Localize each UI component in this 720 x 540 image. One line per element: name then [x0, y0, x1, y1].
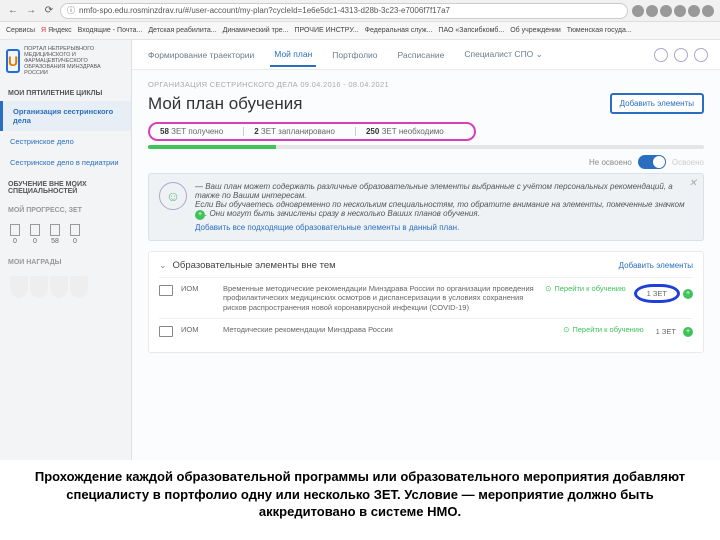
add-all-link[interactable]: Добавить все подходящие образовательные …	[195, 223, 693, 232]
help-icon[interactable]	[654, 48, 668, 62]
extension-icons	[632, 5, 714, 17]
progress-icons: 0 0 58 0	[0, 218, 131, 251]
ext-icon[interactable]	[646, 5, 658, 17]
table-row: ИОМ Методические рекомендации Минздрава …	[159, 318, 693, 344]
notify-icon[interactable]	[674, 48, 688, 62]
tab-specialist[interactable]: Специалист СПО ⌄	[460, 43, 546, 66]
sidebar: U ПОРТАЛ НЕПРЕРЫВНОГО МЕДИЦИНСКОГО И ФАР…	[0, 40, 132, 460]
close-icon[interactable]: ✕	[689, 178, 697, 189]
tab-portfolio[interactable]: Портфолио	[328, 44, 381, 66]
green-badge-icon: +	[195, 210, 205, 220]
green-badge-icon: +	[683, 289, 693, 299]
ext-icon[interactable]	[674, 5, 686, 17]
hint-text: — Ваш план может содержать различные обр…	[195, 182, 693, 200]
sidebar-heading: МОИ НАГРАДЫ	[0, 251, 131, 270]
tab-schedule[interactable]: Расписание	[394, 44, 449, 66]
sidebar-item-org[interactable]: Организация сестринского дела	[0, 101, 131, 131]
tab-my-plan[interactable]: Мой план	[270, 43, 316, 67]
main-area: Формирование траектории Мой план Портфол…	[132, 40, 720, 460]
sidebar-heading: МОИ ПЯТИЛЕТНИЕ ЦИКЛЫ	[0, 82, 131, 101]
elements-section: ⌄ Образовательные элементы вне тем Добав…	[148, 251, 704, 353]
progress-icon	[10, 224, 20, 236]
stats-highlight: 58 ЗЕТ получено 2 ЗЕТ запланировано 250 …	[148, 122, 476, 141]
top-tabs: Формирование траектории Мой план Портфол…	[132, 40, 720, 70]
bookmark[interactable]: Детская реабилита...	[148, 27, 216, 34]
toggle-label-off: Не освоено	[589, 158, 632, 167]
bookmark[interactable]: ПАО «Запсибкомб...	[438, 27, 504, 34]
ext-icon[interactable]	[632, 5, 644, 17]
go-to-study-link[interactable]: ⊙ Перейти к обучению	[545, 284, 626, 293]
slide-caption: Прохождение каждой образовательной прогр…	[0, 460, 720, 521]
row-type: ИОМ	[181, 284, 215, 293]
chevron-down-icon[interactable]: ⌄	[159, 260, 167, 271]
bookmark[interactable]: Динамический тре...	[223, 27, 289, 34]
hint-text: Если Вы обучаетесь одновременно по неско…	[195, 200, 693, 220]
bookmark[interactable]: Я Яндекс	[41, 27, 72, 34]
row-title: Временные методические рекомендации Минз…	[223, 284, 537, 312]
award-shield-icon	[50, 276, 68, 298]
row-type: ИОМ	[181, 325, 215, 334]
section-title: Образовательные элементы вне тем	[173, 260, 336, 271]
section-add-link[interactable]: Добавить элементы	[619, 261, 693, 270]
table-row: ИОМ Временные методические рекомендации …	[159, 277, 693, 318]
go-to-study-link[interactable]: ⊙ Перейти к обучению	[563, 325, 644, 334]
ext-icon[interactable]	[688, 5, 700, 17]
bookmark[interactable]: Сервисы	[6, 27, 35, 34]
monitor-icon	[159, 285, 173, 296]
chevron-down-icon: ⌄	[536, 49, 543, 59]
add-elements-button[interactable]: Добавить элементы	[610, 93, 704, 114]
browser-chrome: ← → ⟳ ⓘ nmfo-spo.edu.rosminzdrav.ru/#/us…	[0, 0, 720, 22]
cycle-dates: ОРГАНИЗАЦИЯ СЕСТРИНСКОГО ДЕЛА 09.04.2016…	[148, 80, 704, 89]
bookmark[interactable]: Федеральная служ...	[365, 27, 433, 34]
sidebar-item-nursing[interactable]: Сестринское дело	[0, 131, 131, 152]
nav-back-icon[interactable]: ←	[6, 4, 20, 18]
page-title: Мой план обучения	[148, 94, 302, 114]
bookmark[interactable]: Тюменская госуда...	[567, 27, 632, 34]
awards-row	[0, 270, 131, 304]
progress-icon	[50, 224, 60, 236]
award-shield-icon	[30, 276, 48, 298]
ext-icon[interactable]	[702, 5, 714, 17]
bookmarks-bar: Сервисы Я Яндекс Входящие - Почта... Дет…	[0, 22, 720, 40]
url-bar[interactable]: ⓘ nmfo-spo.edu.rosminzdrav.ru/#/user-acc…	[60, 3, 628, 19]
tab-trajectory[interactable]: Формирование траектории	[144, 44, 258, 66]
logo-text: ПОРТАЛ НЕПРЕРЫВНОГО МЕДИЦИНСКОГО И ФАРМА…	[24, 46, 125, 76]
bookmark[interactable]: ПРОЧИЕ ИНСТРУ...	[294, 27, 358, 34]
progress-bar	[148, 145, 704, 149]
bookmark[interactable]: Входящие - Почта...	[78, 27, 143, 34]
award-shield-icon	[10, 276, 28, 298]
toggle-label-on: Освоено	[672, 158, 704, 167]
reload-icon[interactable]: ⟳	[42, 4, 56, 18]
hint-panel: ☺ — Ваш план может содержать различные о…	[148, 173, 704, 241]
logo-block: U ПОРТАЛ НЕПРЕРЫВНОГО МЕДИЦИНСКОГО И ФАР…	[0, 40, 131, 82]
sidebar-item-pediatrics[interactable]: Сестринское дело в педиатрии	[0, 152, 131, 173]
green-badge-icon: +	[683, 327, 693, 337]
zet-value: 1 ЗЕТ	[652, 325, 680, 338]
row-title: Методические рекомендации Минздрава Росс…	[223, 325, 555, 334]
monitor-icon	[159, 326, 173, 337]
nav-forward-icon[interactable]: →	[24, 4, 38, 18]
logo-icon: U	[6, 49, 20, 73]
sidebar-heading: ОБУЧЕНИЕ ВНЕ МОИХ СПЕЦИАЛЬНОСТЕЙ	[0, 173, 131, 199]
progress-icon	[70, 224, 80, 236]
url-text: nmfo-spo.edu.rosminzdrav.ru/#/user-accou…	[79, 6, 450, 15]
ext-icon[interactable]	[660, 5, 672, 17]
sidebar-heading: МОЙ ПРОГРЕСС, ЗЕТ	[0, 199, 131, 218]
award-shield-icon	[70, 276, 88, 298]
progress-icon	[30, 224, 40, 236]
robot-face-icon: ☺	[159, 182, 187, 210]
user-icon[interactable]	[694, 48, 708, 62]
mastered-toggle[interactable]	[638, 155, 666, 169]
bookmark[interactable]: Об учреждении	[510, 27, 561, 34]
zet-value: 1 ЗЕТ	[634, 284, 680, 303]
